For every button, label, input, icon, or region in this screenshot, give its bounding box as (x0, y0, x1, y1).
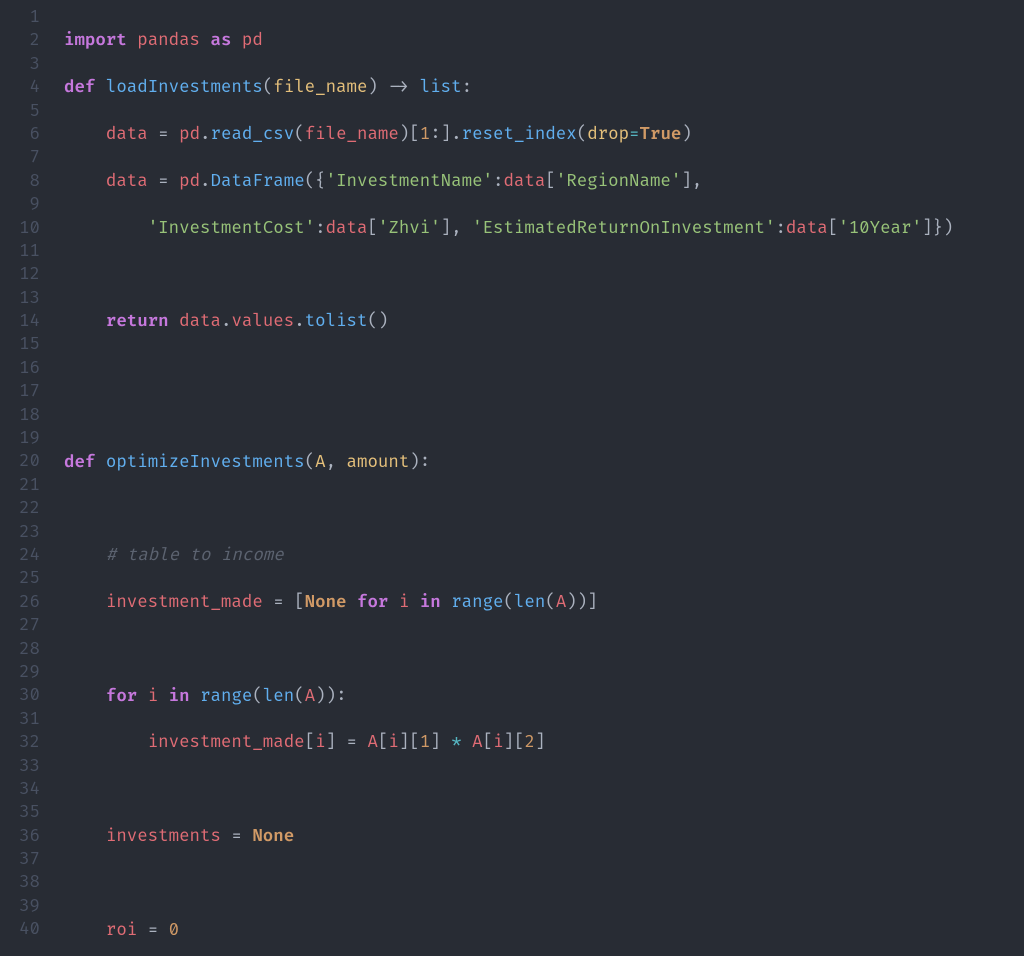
code-line: investment_made = [None for i in range(l… (64, 591, 1024, 614)
line-number: 16 (0, 357, 40, 380)
line-number: 32 (0, 731, 40, 754)
code-line: def loadInvestments(file_name) -> list: (64, 76, 1024, 99)
line-number: 29 (0, 661, 40, 684)
line-number: 1 (0, 6, 40, 29)
code-line: import pandas as pd (64, 29, 1024, 52)
line-number: 40 (0, 918, 40, 941)
code-line: investment_made[i] = A[i][1] * A[i][2] (64, 731, 1024, 754)
code-line: 'InvestmentCost':data['Zhvi'], 'Estimate… (64, 217, 1024, 240)
code-line (64, 872, 1024, 895)
line-number: 7 (0, 146, 40, 169)
line-number: 4 (0, 76, 40, 99)
line-number: 5 (0, 100, 40, 123)
line-number: 22 (0, 497, 40, 520)
line-number: 8 (0, 170, 40, 193)
line-number: 21 (0, 474, 40, 497)
line-number: 18 (0, 404, 40, 427)
line-number: 34 (0, 778, 40, 801)
code-line (64, 357, 1024, 380)
line-number: 27 (0, 614, 40, 637)
code-line (64, 778, 1024, 801)
code-line (64, 404, 1024, 427)
line-number: 33 (0, 755, 40, 778)
line-number: 10 (0, 217, 40, 240)
code-line (64, 497, 1024, 520)
line-number: 25 (0, 567, 40, 590)
line-number: 36 (0, 825, 40, 848)
code-editor[interactable]: 1234567891011121314151617181920212223242… (0, 0, 1024, 956)
line-number-gutter: 1234567891011121314151617181920212223242… (0, 6, 48, 956)
code-line: return data.values.tolist() (64, 310, 1024, 333)
code-line: investments = None (64, 825, 1024, 848)
line-number: 3 (0, 53, 40, 76)
line-number: 28 (0, 638, 40, 661)
line-number: 17 (0, 380, 40, 403)
line-number: 20 (0, 450, 40, 473)
line-number: 15 (0, 333, 40, 356)
code-line: data = pd.DataFrame({'InvestmentName':da… (64, 170, 1024, 193)
line-number: 11 (0, 240, 40, 263)
line-number: 6 (0, 123, 40, 146)
line-number: 13 (0, 287, 40, 310)
code-line (64, 263, 1024, 286)
line-number: 19 (0, 427, 40, 450)
code-line: roi = 0 (64, 919, 1024, 942)
line-number: 35 (0, 801, 40, 824)
line-number: 23 (0, 521, 40, 544)
line-number: 9 (0, 193, 40, 216)
line-number: 38 (0, 871, 40, 894)
line-number: 37 (0, 848, 40, 871)
keyword-import: import (64, 30, 127, 51)
line-number: 14 (0, 310, 40, 333)
code-line: data = pd.read_csv(file_name)[1:].reset_… (64, 123, 1024, 146)
line-number: 2 (0, 29, 40, 52)
line-number: 30 (0, 684, 40, 707)
line-number: 24 (0, 544, 40, 567)
line-number: 31 (0, 708, 40, 731)
line-number: 12 (0, 263, 40, 286)
code-line: def optimizeInvestments(A, amount): (64, 451, 1024, 474)
code-line: for i in range(len(A)): (64, 685, 1024, 708)
code-line (64, 638, 1024, 661)
line-number: 26 (0, 591, 40, 614)
code-area[interactable]: import pandas as pd def loadInvestments(… (48, 6, 1024, 956)
line-number: 39 (0, 895, 40, 918)
code-line: # table to income (64, 544, 1024, 567)
